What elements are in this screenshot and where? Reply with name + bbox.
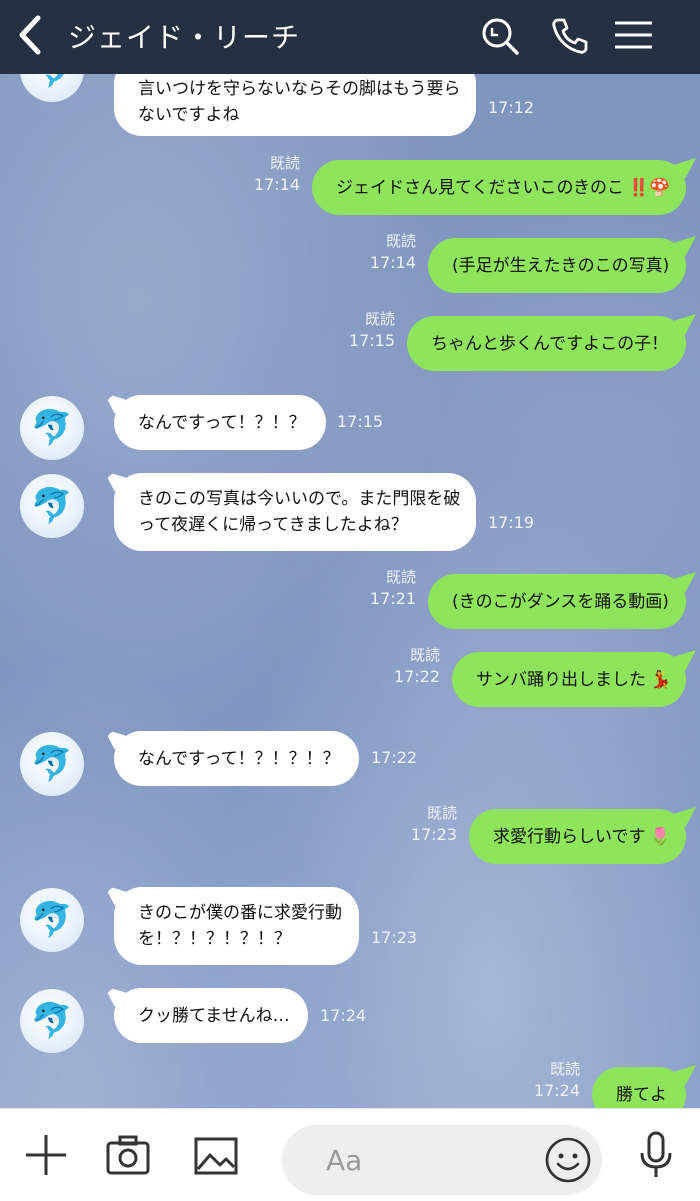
message-bubble-outgoing[interactable]: ちゃんと歩くんですよこの子！	[407, 316, 686, 371]
image-icon	[194, 1137, 238, 1175]
message-text: きのこの写真は今いいので。また門限を破	[138, 489, 461, 509]
message-bubble-incoming[interactable]: きのこの写真は今いいので。また門限を破 って夜遅くに帰ってきましたよね？	[114, 473, 476, 551]
message-time: 17:23	[371, 928, 418, 947]
message-text: (きのこがダンスを踊る動画)	[452, 591, 669, 612]
read-receipt: 既読	[385, 568, 416, 586]
message-time: 17:21	[369, 589, 416, 608]
camera-button[interactable]	[104, 1131, 152, 1179]
message-time: 17:24	[320, 1006, 367, 1025]
menu-icon	[615, 21, 652, 49]
message-meta: 既読 17:21	[370, 566, 416, 610]
message-bubble-incoming[interactable]: なんですって！？！？	[114, 395, 326, 450]
message-bubble-incoming[interactable]: なんですって！？！？！？	[114, 731, 359, 786]
message-text: ないですよね	[138, 105, 240, 125]
read-receipt: 既読	[364, 310, 395, 328]
message-time: 17:14	[253, 175, 300, 194]
message-bubble-incoming[interactable]: 言いつけを守らないならその脚はもう要ら ないですよね	[114, 74, 476, 136]
back-button[interactable]	[10, 12, 50, 58]
message-composer	[0, 1108, 700, 1201]
read-receipt: 既読	[269, 154, 300, 172]
avatar[interactable]: 🐬	[20, 396, 84, 460]
message-input[interactable]	[324, 1139, 528, 1181]
message-time: 17:15	[337, 412, 384, 431]
call-button[interactable]	[548, 14, 592, 58]
message-text: なんですって！？！？！？	[138, 748, 340, 769]
message-input-container[interactable]	[282, 1125, 602, 1195]
message-text: ちゃんと歩くんですよこの子！	[431, 333, 669, 354]
read-receipt: 既読	[409, 646, 440, 664]
dolphin-icon: 🐬	[31, 74, 73, 90]
dancer-emoji-icon: 💃	[650, 669, 672, 690]
message-text: なんですって！？！？	[138, 412, 306, 433]
chat-title: ジェイド・リーチ	[68, 21, 301, 54]
dolphin-icon: 🐬	[30, 486, 74, 526]
voice-button[interactable]	[632, 1131, 680, 1179]
chat-header: ジェイド・リーチ	[0, 0, 700, 74]
message-meta: 既読 17:24	[534, 1058, 580, 1102]
message-text: って夜遅くに帰ってきましたよね？	[138, 515, 408, 535]
message-time: 17:15	[348, 331, 395, 350]
message-text: サンバ踊り出しました	[476, 669, 646, 690]
dolphin-icon: 🐬	[30, 408, 74, 448]
mushroom-emoji-icon: ‼️🍄	[627, 177, 671, 198]
message-bubble-incoming[interactable]: きのこが僕の番に求愛行動 を！？！？！？！？	[114, 887, 359, 965]
message-meta: 既読 17:15	[349, 308, 395, 352]
read-receipt: 既読	[426, 804, 457, 822]
message-meta: 既読 17:22	[394, 644, 440, 688]
message-text: きのこが僕の番に求愛行動	[138, 903, 342, 923]
message-time: 17:19	[488, 513, 535, 532]
add-button[interactable]	[22, 1131, 70, 1179]
message-text: を！？！？！？！？	[138, 929, 291, 949]
emoji-button[interactable]	[544, 1136, 592, 1184]
menu-button[interactable]	[612, 14, 656, 58]
message-bubble-outgoing[interactable]: (きのこがダンスを踊る動画)	[428, 574, 686, 629]
avatar[interactable]: 🐬	[20, 732, 84, 796]
phone-icon	[552, 18, 588, 54]
message-bubble-incoming[interactable]: クッ勝てませんね…	[114, 988, 308, 1043]
message-text: 勝てよ	[616, 1084, 667, 1105]
avatar[interactable]: 🐬	[20, 74, 84, 102]
read-receipt: 既読	[385, 232, 416, 250]
smiley-icon	[545, 1137, 591, 1183]
message-text: クッ勝てませんね…	[138, 1005, 290, 1026]
chat-area[interactable]: 🐬 言いつけを守らないならその脚はもう要ら ないですよね 17:12 既読 17…	[0, 74, 700, 1108]
camera-icon	[106, 1135, 150, 1175]
avatar[interactable]: 🐬	[20, 888, 84, 952]
message-bubble-outgoing[interactable]: 勝てよ	[592, 1067, 686, 1108]
dolphin-icon: 🐬	[30, 1001, 74, 1041]
message-bubble-outgoing[interactable]: (手足が生えたきのこの写真)	[428, 238, 686, 293]
message-meta: 既読 17:23	[411, 802, 457, 846]
message-meta: 既読 17:14	[254, 152, 300, 196]
message-time: 17:12	[488, 98, 535, 117]
microphone-icon	[640, 1131, 672, 1177]
search-icon	[482, 18, 519, 55]
message-time: 17:22	[393, 667, 440, 686]
tulip-emoji-icon: 🌷	[649, 826, 671, 847]
avatar[interactable]: 🐬	[20, 989, 84, 1053]
message-text: 求愛行動らしいです	[493, 826, 646, 847]
chevron-left-icon	[19, 15, 41, 55]
message-bubble-outgoing[interactable]: ジェイドさん見てくださいこのきのこ ‼️🍄	[312, 160, 686, 215]
message-time: 17:23	[410, 825, 457, 844]
message-time: 17:24	[533, 1081, 580, 1100]
plus-icon	[26, 1135, 66, 1175]
message-time: 17:14	[369, 253, 416, 272]
message-text: 言いつけを守らないならその脚はもう要ら	[138, 79, 461, 99]
message-text: ジェイドさん見てくださいこのきのこ	[336, 177, 624, 198]
read-receipt: 既読	[549, 1060, 580, 1078]
message-bubble-outgoing[interactable]: サンバ踊り出しました 💃	[452, 652, 686, 707]
dolphin-icon: 🐬	[30, 900, 74, 940]
avatar[interactable]: 🐬	[20, 474, 84, 538]
message-time: 17:22	[371, 748, 418, 767]
dolphin-icon: 🐬	[30, 744, 74, 784]
message-meta: 既読 17:14	[370, 230, 416, 274]
message-bubble-outgoing[interactable]: 求愛行動らしいです 🌷	[469, 809, 686, 864]
image-button[interactable]	[192, 1131, 240, 1179]
search-button[interactable]	[478, 14, 522, 58]
message-text: (手足が生えたきのこの写真)	[452, 255, 670, 276]
